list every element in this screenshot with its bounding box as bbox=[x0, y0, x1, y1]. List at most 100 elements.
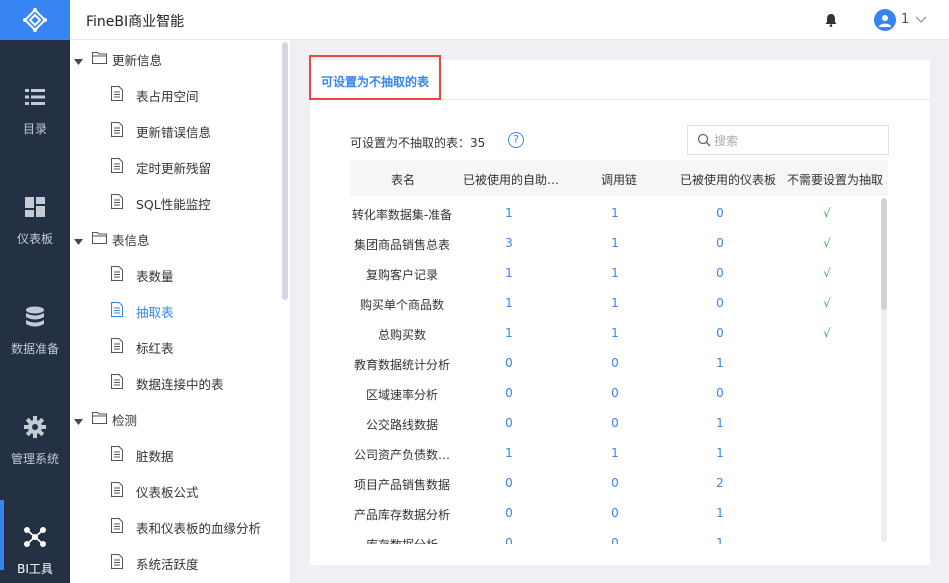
tree-item[interactable]: SQL性能监控 bbox=[70, 184, 282, 220]
cell-table-name: 转化率数据集-准备 bbox=[351, 208, 453, 222]
rail-label: 管理系统 bbox=[10, 452, 59, 466]
cell-selfhelp-count[interactable]: 1 bbox=[499, 446, 519, 460]
cell-dashboard-count[interactable]: 1 bbox=[710, 356, 730, 370]
cell-call-chain[interactable]: 1 bbox=[605, 206, 625, 220]
cell-dashboard-count[interactable]: 0 bbox=[710, 266, 730, 280]
cell-dashboard-count[interactable]: 1 bbox=[710, 416, 730, 430]
document-icon bbox=[111, 86, 123, 104]
column-header-table-name[interactable]: 表名 bbox=[391, 171, 415, 188]
chevron-down-icon[interactable] bbox=[915, 13, 927, 27]
column-header-selfhelp[interactable]: 已被使用的自助… bbox=[463, 171, 563, 188]
tree-scrollbar[interactable] bbox=[282, 42, 288, 300]
cell-dashboard-count[interactable]: 0 bbox=[710, 386, 730, 400]
caret-down-icon[interactable] bbox=[74, 234, 83, 249]
table-count-label: 可设置为不抽取的表：35 bbox=[350, 136, 486, 150]
rail-label: 仪表板 bbox=[16, 232, 53, 246]
help-icon[interactable]: ? bbox=[508, 132, 524, 148]
rail-item-catalog[interactable]: 目录 bbox=[0, 50, 70, 160]
check-mark-icon: √ bbox=[823, 236, 831, 250]
caret-down-icon[interactable] bbox=[74, 54, 83, 69]
cell-dashboard-count[interactable]: 2 bbox=[710, 476, 730, 490]
tree-item-label: 更新错误信息 bbox=[136, 125, 212, 140]
cell-call-chain[interactable]: 1 bbox=[605, 236, 625, 250]
cell-call-chain[interactable]: 0 bbox=[605, 506, 625, 520]
cell-call-chain[interactable]: 1 bbox=[605, 266, 625, 280]
rail-item-dashboard[interactable]: 仪表板 bbox=[0, 160, 70, 270]
cell-selfhelp-count[interactable]: 0 bbox=[499, 356, 519, 370]
cell-selfhelp-count[interactable]: 0 bbox=[499, 386, 519, 400]
cell-selfhelp-count[interactable]: 1 bbox=[499, 326, 519, 340]
table-row: 区域速率分析 0 0 0 bbox=[350, 378, 888, 408]
tree-item[interactable]: 表占用空间 bbox=[70, 76, 282, 112]
caret-down-icon[interactable] bbox=[74, 414, 83, 429]
check-mark-icon: √ bbox=[823, 296, 831, 310]
cell-dashboard-count[interactable]: 0 bbox=[710, 296, 730, 310]
tree-item[interactable]: 定时更新残留 bbox=[70, 148, 282, 184]
cell-call-chain[interactable]: 0 bbox=[605, 386, 625, 400]
tree-item[interactable]: 表和仪表板的血缘分析 bbox=[70, 508, 282, 544]
column-header-dashboards[interactable]: 已被使用的仪表板 bbox=[680, 171, 776, 188]
table-scrollbar[interactable] bbox=[881, 198, 887, 542]
tree-item-label: 标红表 bbox=[136, 341, 174, 356]
cell-table-name: 购买单个商品数 bbox=[359, 298, 444, 312]
tree-group[interactable]: 表信息 bbox=[70, 220, 282, 256]
cell-selfhelp-count[interactable]: 1 bbox=[499, 296, 519, 310]
table-scroll-thumb[interactable] bbox=[881, 198, 887, 310]
cell-selfhelp-count[interactable]: 0 bbox=[499, 506, 519, 520]
cell-dashboard-count[interactable]: 1 bbox=[710, 506, 730, 520]
cell-dashboard-count[interactable]: 0 bbox=[710, 206, 730, 220]
cell-selfhelp-count[interactable]: 0 bbox=[499, 536, 519, 544]
rail-item-management[interactable]: 管理系统 bbox=[0, 380, 70, 490]
table-header: 表名 已被使用的自助… 调用链 已被使用的仪表板 不需要设置为抽取 bbox=[350, 160, 888, 196]
left-nav-rail: 目录 仪表板 数据准备 管理系统 BI工具 bbox=[0, 0, 70, 583]
tree-item[interactable]: 更新错误信息 bbox=[70, 112, 282, 148]
column-header-call-chain[interactable]: 调用链 bbox=[601, 171, 637, 188]
rail-item-data-prep[interactable]: 数据准备 bbox=[0, 270, 70, 380]
tree-item[interactable]: 表数量 bbox=[70, 256, 282, 292]
bi-tools-icon bbox=[23, 526, 47, 548]
cell-call-chain[interactable]: 1 bbox=[605, 296, 625, 310]
folder-icon bbox=[92, 231, 107, 247]
finebi-logo[interactable] bbox=[0, 0, 70, 40]
cell-call-chain[interactable]: 0 bbox=[605, 536, 625, 544]
user-icon bbox=[879, 14, 891, 27]
cell-dashboard-count[interactable]: 1 bbox=[710, 446, 730, 460]
search-input[interactable] bbox=[714, 131, 884, 151]
search-icon bbox=[697, 133, 711, 147]
cell-call-chain[interactable]: 1 bbox=[605, 446, 625, 460]
cell-call-chain[interactable]: 0 bbox=[605, 356, 625, 370]
tree-item[interactable]: 抽取表 bbox=[70, 292, 282, 328]
cell-selfhelp-count[interactable]: 1 bbox=[499, 206, 519, 220]
tree-group[interactable]: 检测 bbox=[70, 400, 282, 436]
cell-selfhelp-count[interactable]: 1 bbox=[499, 266, 519, 280]
cell-call-chain[interactable]: 1 bbox=[605, 326, 625, 340]
user-avatar[interactable] bbox=[874, 9, 896, 31]
cell-call-chain[interactable]: 0 bbox=[605, 476, 625, 490]
cell-selfhelp-count[interactable]: 3 bbox=[499, 236, 519, 250]
cell-dashboard-count[interactable]: 1 bbox=[710, 536, 730, 544]
folder-icon bbox=[92, 411, 107, 427]
cell-table-name: 总购买数 bbox=[377, 328, 426, 342]
database-icon bbox=[25, 306, 45, 328]
tree-item[interactable]: 数据连接中的表 bbox=[70, 364, 282, 400]
tree-item-label: 表占用空间 bbox=[136, 89, 199, 104]
cell-dashboard-count[interactable]: 0 bbox=[710, 236, 730, 250]
cell-table-name: 区域速率分析 bbox=[365, 388, 438, 402]
document-icon bbox=[111, 158, 123, 176]
tree-group[interactable]: 更新信息 bbox=[70, 40, 282, 76]
tree-item[interactable]: 标红表 bbox=[70, 328, 282, 364]
bell-icon[interactable] bbox=[824, 13, 838, 30]
cell-dashboard-count[interactable]: 0 bbox=[710, 326, 730, 340]
cell-selfhelp-count[interactable]: 0 bbox=[499, 476, 519, 490]
tab-highlight-box bbox=[309, 55, 441, 100]
rail-item-bi-tools[interactable]: BI工具 bbox=[0, 490, 70, 583]
cell-call-chain[interactable]: 0 bbox=[605, 416, 625, 430]
cell-selfhelp-count[interactable]: 0 bbox=[499, 416, 519, 430]
user-name[interactable]: 1 bbox=[901, 12, 909, 27]
tree-item[interactable]: 仪表板公式 bbox=[70, 472, 282, 508]
tree-item[interactable]: 脏数据 bbox=[70, 436, 282, 472]
column-header-no-extract[interactable]: 不需要设置为抽取 bbox=[787, 171, 888, 188]
search-box[interactable] bbox=[687, 125, 889, 155]
cell-table-name: 复购客户记录 bbox=[365, 268, 438, 282]
tree-item[interactable]: 系统活跃度 bbox=[70, 544, 282, 580]
